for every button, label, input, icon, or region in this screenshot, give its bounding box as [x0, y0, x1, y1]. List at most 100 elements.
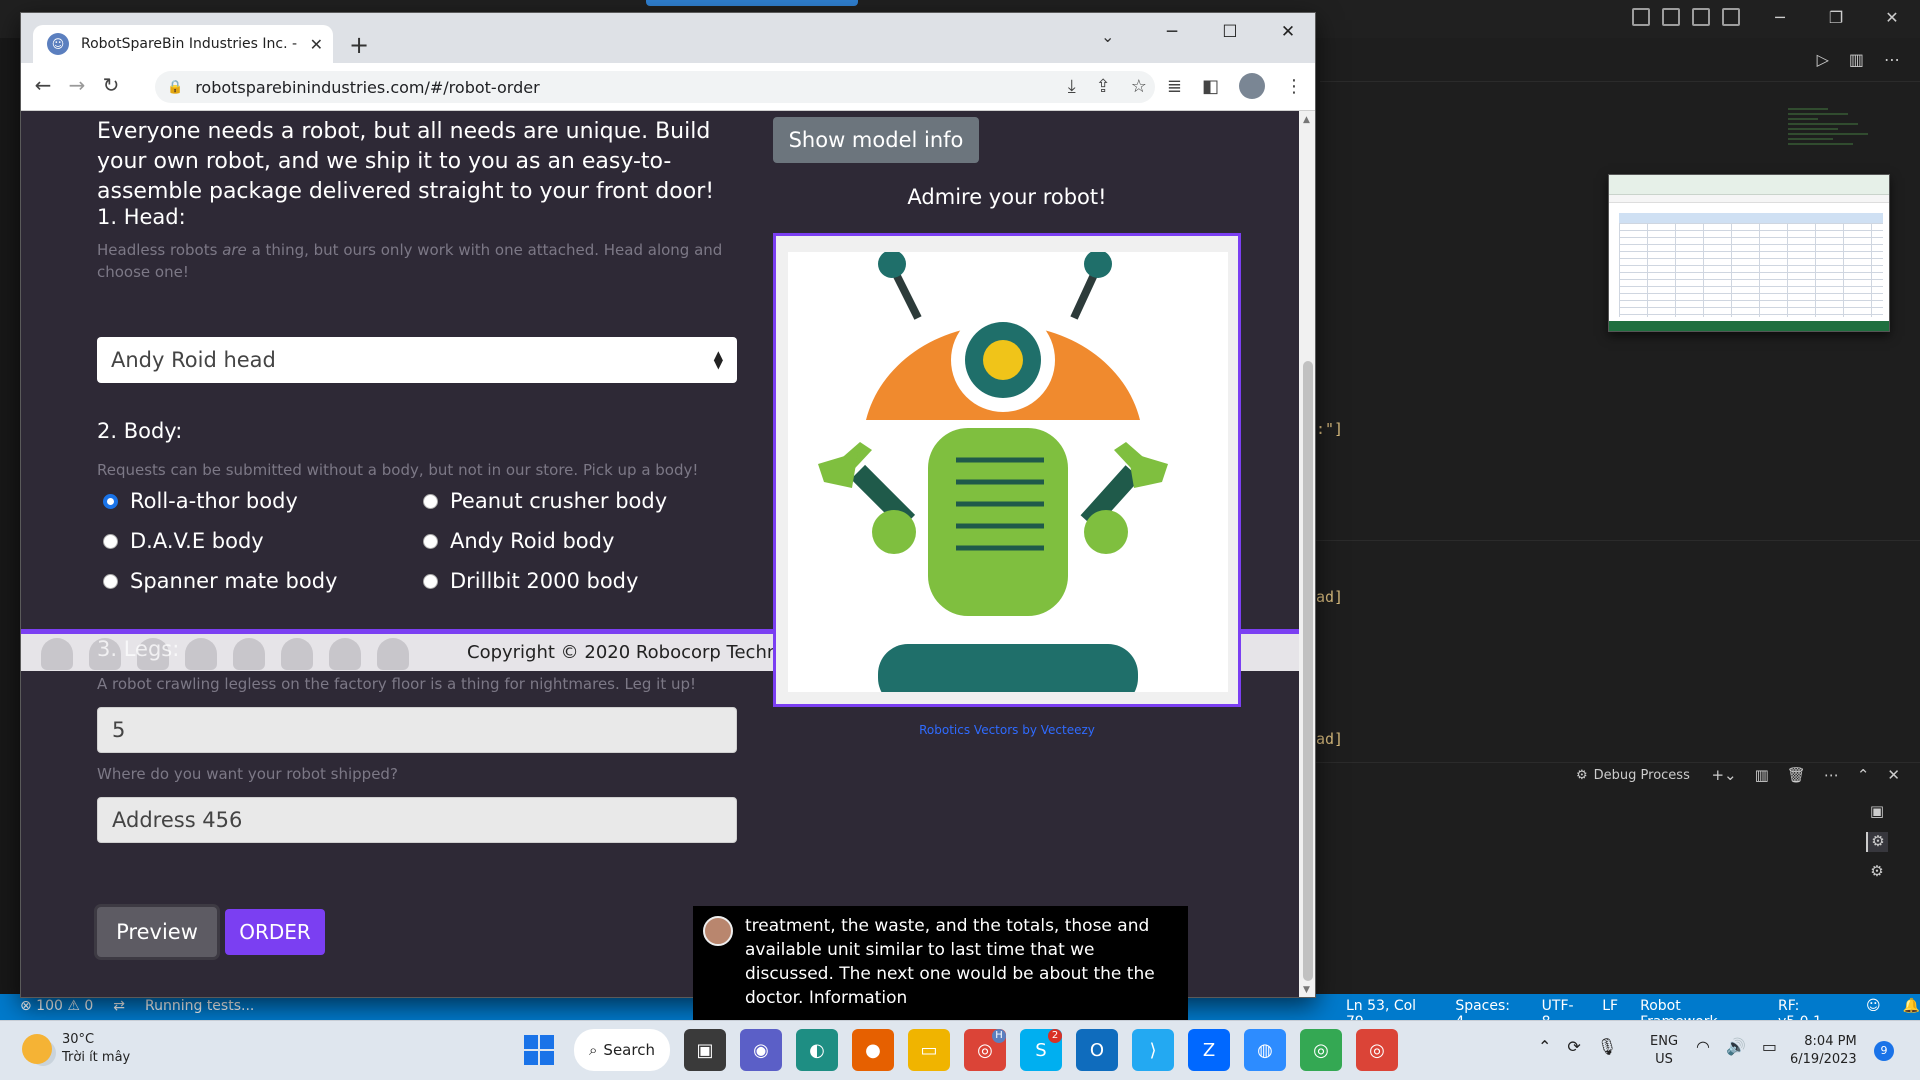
side-panel-icon[interactable]: ◧ [1202, 76, 1219, 97]
debug-icon[interactable]: ⚙ [1866, 862, 1888, 882]
microphone-icon[interactable]: 🎙 [1597, 1037, 1617, 1056]
intro-text: Everyone needs a robot, but all needs ar… [97, 119, 715, 204]
spreadsheet-preview-thumbnail[interactable] [1608, 174, 1890, 332]
skype-icon[interactable]: S2 [1020, 1029, 1062, 1071]
maximize-icon[interactable]: ☐ [1201, 13, 1259, 51]
command-center[interactable] [646, 0, 858, 6]
media-control-icon[interactable]: ≣ [1167, 76, 1182, 97]
split-editor-icon[interactable]: ▥ [1849, 50, 1864, 69]
forward-icon[interactable]: → [63, 73, 91, 97]
temperature: 30°C [62, 1032, 95, 1047]
file-explorer-icon[interactable]: ▭ [908, 1029, 950, 1071]
install-app-icon[interactable]: ⤓ [1068, 76, 1076, 97]
speaker-avatar [703, 916, 733, 946]
head-select[interactable]: Andy Roid head ▲ ▼ [97, 337, 737, 383]
toggle-panel-icon[interactable] [1662, 8, 1680, 26]
copyright-text: Copyright © 2020 Robocorp Technolo [467, 642, 806, 663]
body-option-peanut-crusher[interactable]: Peanut crusher body [423, 489, 743, 513]
body-hint: Requests can be submitted without a body… [97, 461, 699, 479]
terminal-icon[interactable]: ▣ [1866, 802, 1888, 822]
run-debug-icon[interactable]: ▷ [1817, 50, 1829, 69]
chrome-profile-icon[interactable]: ◎ H [964, 1029, 1006, 1071]
minimap[interactable] [1788, 105, 1878, 175]
radio-icon[interactable] [423, 573, 438, 589]
minimize-icon[interactable]: ─ [1143, 13, 1201, 51]
scroll-down-icon[interactable]: ▼ [1303, 985, 1310, 995]
chevron-up-icon[interactable]: ⌃ [1538, 1037, 1551, 1056]
body-option-roll-a-thor[interactable]: Roll-a-thor body [103, 489, 423, 513]
new-tab-icon[interactable]: + [349, 31, 369, 59]
robot-image [788, 250, 1228, 708]
firefox-icon[interactable]: ● [852, 1029, 894, 1071]
minimize-icon[interactable]: ─ [1752, 0, 1808, 38]
address-input[interactable]: Address 456 [97, 797, 737, 843]
radio-icon[interactable] [423, 533, 438, 549]
radio-icon[interactable] [103, 573, 118, 589]
body-option-drillbit-2000[interactable]: Drillbit 2000 body [423, 569, 743, 593]
legs-input[interactable]: 5 [97, 707, 737, 753]
weather-widget[interactable]: 30°C Trời ít mây [22, 1031, 130, 1067]
windows-logo-icon [524, 1035, 554, 1065]
tab-search-icon[interactable]: ⌄ [1101, 27, 1114, 46]
body-option-spanner-mate[interactable]: Spanner mate body [103, 569, 423, 593]
preview-button[interactable]: Preview [97, 907, 217, 957]
split-terminal-icon[interactable]: ▥ [1755, 766, 1769, 784]
chrome-icon[interactable]: ◎ [1356, 1029, 1398, 1071]
toggle-sidebar-icon[interactable] [1632, 8, 1650, 26]
back-icon[interactable]: ← [29, 73, 57, 97]
edge-icon[interactable]: ◐ [796, 1029, 838, 1071]
close-panel-icon[interactable]: ✕ [1887, 766, 1900, 784]
add-terminal-icon[interactable]: +⌄ [1711, 766, 1736, 784]
menu-kebab-icon[interactable]: ⋮ [1285, 76, 1303, 97]
sync-icon[interactable]: ⟳ [1567, 1037, 1580, 1056]
restore-icon[interactable]: ❐ [1808, 0, 1864, 38]
reload-icon[interactable]: ↻ [97, 73, 125, 97]
vecteezy-credit-link[interactable]: Robotics Vectors by Vecteezy [773, 723, 1241, 737]
trash-icon[interactable]: 🗑 [1787, 766, 1806, 784]
close-icon[interactable]: ✕ [1259, 13, 1315, 51]
task-view-icon[interactable]: ▣ [684, 1029, 726, 1071]
page-scrollbar[interactable]: ▲ ▼ [1299, 111, 1315, 997]
maximize-panel-icon[interactable]: ⌃ [1857, 766, 1870, 784]
radio-icon[interactable] [423, 493, 438, 509]
body-option-dave[interactable]: D.A.V.E body [103, 529, 423, 553]
chrome-icon[interactable]: ◎ [1300, 1029, 1342, 1071]
more-icon[interactable]: ⋯ [1824, 766, 1839, 784]
teams-chat-icon[interactable]: ◉ [740, 1029, 782, 1071]
debug-icon[interactable]: ⚙ [1866, 832, 1888, 852]
debug-process-dropdown[interactable]: ⚙ Debug Process [1576, 768, 1690, 783]
radio-icon[interactable] [103, 493, 118, 509]
notification-count-badge[interactable]: 9 [1874, 1041, 1894, 1061]
sync-icon[interactable]: ⇄ [113, 998, 125, 1014]
input-language[interactable]: ENG US [1650, 1033, 1678, 1069]
tab-strip: ☺ RobotSpareBin Industries Inc. - Ir ✕ +… [21, 13, 1315, 63]
toggle-secondary-sidebar-icon[interactable] [1692, 8, 1710, 26]
order-button[interactable]: ORDER [225, 909, 325, 955]
body-option-andy-roid[interactable]: Andy Roid body [423, 529, 743, 553]
problems-status[interactable]: ⊗ 100 ⚠ 0 [20, 998, 93, 1014]
address-bar[interactable]: 🔒 robotsparebinindustries.com/#/robot-or… [155, 71, 1155, 103]
close-tab-icon[interactable]: ✕ [310, 35, 323, 54]
outlook-icon[interactable]: O [1076, 1029, 1118, 1071]
profile-avatar[interactable] [1239, 73, 1265, 99]
start-button[interactable] [518, 1029, 560, 1071]
customize-layout-icon[interactable] [1722, 8, 1740, 26]
debug-gear-icon: ⚙ [1576, 768, 1588, 783]
share-icon[interactable]: ⇪ [1096, 76, 1111, 97]
show-model-info-button[interactable]: Show model info [773, 117, 979, 163]
scroll-thumb[interactable] [1303, 361, 1313, 981]
radio-icon[interactable] [103, 533, 118, 549]
close-icon[interactable]: ✕ [1864, 0, 1920, 38]
clock[interactable]: 8:04 PM 6/19/2023 [1790, 1033, 1857, 1069]
status-icons[interactable]: ◠ 🔊 ▭ [1696, 1037, 1777, 1056]
lock-icon[interactable]: 🔒 [167, 80, 183, 95]
more-actions-icon[interactable]: ⋯ [1884, 50, 1900, 69]
zoom-icon[interactable]: ◍ [1244, 1029, 1286, 1071]
volume-icon: 🔊 [1725, 1037, 1746, 1056]
browser-tab[interactable]: ☺ RobotSpareBin Industries Inc. - Ir ✕ [33, 25, 333, 63]
taskbar-search[interactable]: ⌕ Search [574, 1029, 670, 1071]
zalo-icon[interactable]: Z [1188, 1029, 1230, 1071]
vscode-icon[interactable]: ⟩ [1132, 1029, 1174, 1071]
scroll-up-icon[interactable]: ▲ [1303, 115, 1310, 125]
bookmark-star-icon[interactable]: ☆ [1131, 76, 1147, 97]
